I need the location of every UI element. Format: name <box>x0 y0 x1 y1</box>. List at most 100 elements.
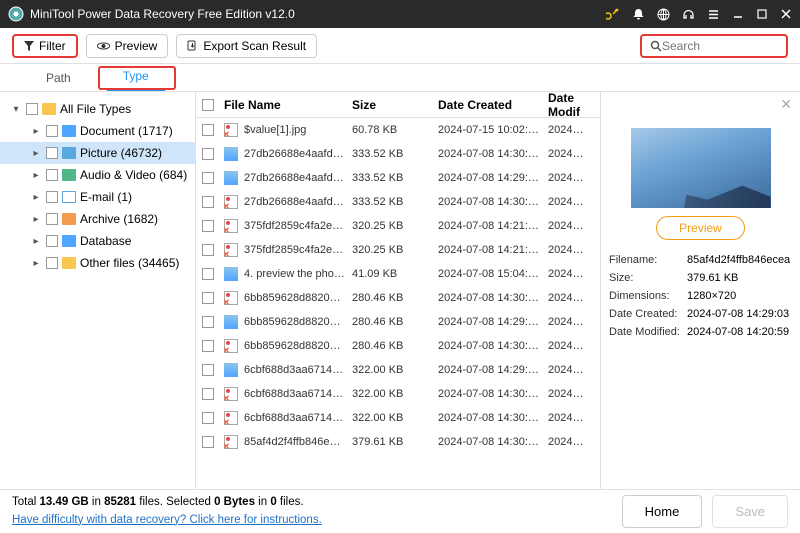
checkbox[interactable] <box>46 147 58 159</box>
file-list: File Name Size Date Created Date Modif $… <box>196 92 600 489</box>
file-name: 6bb859628d8820… <box>244 292 352 304</box>
headset-icon[interactable] <box>682 8 695 21</box>
filter-label: Filter <box>39 39 66 53</box>
row-checkbox[interactable] <box>202 220 214 232</box>
file-icon <box>224 291 238 305</box>
table-row[interactable]: 85af4d2f4ffb846e…379.61 KB2024-07-08 14:… <box>196 430 600 454</box>
table-row[interactable]: 27db26688e4aafd…333.52 KB2024-07-08 14:3… <box>196 190 600 214</box>
close-preview-icon[interactable]: ✕ <box>780 96 792 113</box>
filter-button[interactable]: Filter <box>12 34 78 58</box>
col-filename[interactable]: File Name <box>224 98 352 112</box>
help-link[interactable]: Have difficulty with data recovery? Clic… <box>12 514 322 526</box>
row-checkbox[interactable] <box>202 364 214 376</box>
meta-modified-key: Date Modified: <box>609 326 687 338</box>
row-checkbox[interactable] <box>202 388 214 400</box>
row-checkbox[interactable] <box>202 124 214 136</box>
tab-type[interactable]: Type <box>107 63 165 91</box>
chevron-right-icon[interactable]: ▸ <box>30 236 42 247</box>
open-preview-button[interactable]: Preview <box>656 216 745 240</box>
sidebar-item[interactable]: ▸Document (1717) <box>0 120 195 142</box>
row-checkbox[interactable] <box>202 268 214 280</box>
search-box[interactable] <box>640 34 788 58</box>
table-row[interactable]: 6bb859628d8820…280.46 KB2024-07-08 14:30… <box>196 286 600 310</box>
table-row[interactable]: 4. preview the pho…41.09 KB2024-07-08 15… <box>196 262 600 286</box>
row-checkbox[interactable] <box>202 148 214 160</box>
checkbox[interactable] <box>46 235 58 247</box>
tree-root-label: All File Types <box>60 102 131 116</box>
table-row[interactable]: 6cbf688d3aa6714…322.00 KB2024-07-08 14:2… <box>196 358 600 382</box>
row-checkbox[interactable] <box>202 244 214 256</box>
preview-button[interactable]: Preview <box>86 34 169 58</box>
chevron-right-icon[interactable]: ▸ <box>30 214 42 225</box>
col-size[interactable]: Size <box>352 98 438 112</box>
checkbox[interactable] <box>46 169 58 181</box>
row-checkbox[interactable] <box>202 436 214 448</box>
sidebar-item[interactable]: ▸Database <box>0 230 195 252</box>
folder-icon <box>62 235 76 247</box>
maximize-icon[interactable] <box>756 8 768 20</box>
tree-root[interactable]: ▾ All File Types <box>0 98 195 120</box>
search-icon <box>650 40 662 52</box>
checkbox[interactable] <box>26 103 38 115</box>
checkbox[interactable] <box>46 125 58 137</box>
file-size: 322.00 KB <box>352 388 438 400</box>
file-created: 2024-07-08 14:29:… <box>438 364 548 376</box>
file-size: 41.09 KB <box>352 268 438 280</box>
table-row[interactable]: 6cbf688d3aa6714…322.00 KB2024-07-08 14:3… <box>196 382 600 406</box>
table-row[interactable]: 375fdf2859c4fa2e…320.25 KB2024-07-08 14:… <box>196 214 600 238</box>
file-icon <box>224 435 238 449</box>
save-button[interactable]: Save <box>712 495 788 528</box>
col-date-modified[interactable]: Date Modif <box>548 92 596 119</box>
chevron-right-icon[interactable]: ▸ <box>30 258 42 269</box>
col-date-created[interactable]: Date Created <box>438 98 548 112</box>
table-row[interactable]: 6bb859628d8820…280.46 KB2024-07-08 14:30… <box>196 334 600 358</box>
file-modified: 2024… <box>548 244 596 256</box>
search-input[interactable] <box>662 39 778 53</box>
meta-modified-val: 2024-07-08 14:20:59 <box>687 326 792 338</box>
table-row[interactable]: $value[1].jpg60.78 KB2024-07-15 10:02:…2… <box>196 118 600 142</box>
total-info: Total 13.49 GB in 85281 files. Selected … <box>12 494 322 511</box>
chevron-right-icon[interactable]: ▸ <box>30 126 42 137</box>
sidebar-item[interactable]: ▸Archive (1682) <box>0 208 195 230</box>
bell-icon[interactable] <box>632 8 645 21</box>
select-all-checkbox[interactable] <box>202 99 214 111</box>
checkbox[interactable] <box>46 257 58 269</box>
file-icon <box>224 147 238 161</box>
minimize-icon[interactable] <box>732 8 744 20</box>
row-checkbox[interactable] <box>202 292 214 304</box>
home-button[interactable]: Home <box>622 495 703 528</box>
chevron-right-icon[interactable]: ▸ <box>30 148 42 159</box>
table-row[interactable]: 6cbf688d3aa6714…322.00 KB2024-07-08 14:3… <box>196 406 600 430</box>
chevron-right-icon[interactable]: ▸ <box>30 192 42 203</box>
meta-size-key: Size: <box>609 272 687 284</box>
table-row[interactable]: 27db26688e4aafd…333.52 KB2024-07-08 14:3… <box>196 142 600 166</box>
row-checkbox[interactable] <box>202 412 214 424</box>
file-name: 6cbf688d3aa6714… <box>244 364 352 376</box>
sidebar-item[interactable]: ▸E-mail (1) <box>0 186 195 208</box>
file-name: 27db26688e4aafd… <box>244 172 352 184</box>
close-icon[interactable] <box>780 8 792 20</box>
key-icon[interactable] <box>606 7 620 21</box>
file-created: 2024-07-08 14:30:… <box>438 436 548 448</box>
sidebar-item[interactable]: ▸Picture (46732) <box>0 142 195 164</box>
row-checkbox[interactable] <box>202 172 214 184</box>
menu-icon[interactable] <box>707 8 720 21</box>
tab-path[interactable]: Path <box>30 65 87 91</box>
file-list-body[interactable]: $value[1].jpg60.78 KB2024-07-15 10:02:…2… <box>196 118 600 489</box>
row-checkbox[interactable] <box>202 316 214 328</box>
chevron-down-icon[interactable]: ▾ <box>10 104 22 115</box>
view-tabs: Path Type <box>0 64 800 92</box>
globe-icon[interactable] <box>657 8 670 21</box>
table-row[interactable]: 6bb859628d8820…280.46 KB2024-07-08 14:29… <box>196 310 600 334</box>
checkbox[interactable] <box>46 191 58 203</box>
chevron-right-icon[interactable]: ▸ <box>30 170 42 181</box>
checkbox[interactable] <box>46 213 58 225</box>
row-checkbox[interactable] <box>202 196 214 208</box>
table-row[interactable]: 375fdf2859c4fa2e…320.25 KB2024-07-08 14:… <box>196 238 600 262</box>
sidebar-item[interactable]: ▸Other files (34465) <box>0 252 195 274</box>
export-button[interactable]: Export Scan Result <box>176 34 317 58</box>
file-modified: 2024… <box>548 172 596 184</box>
sidebar-item[interactable]: ▸Audio & Video (684) <box>0 164 195 186</box>
table-row[interactable]: 27db26688e4aafd…333.52 KB2024-07-08 14:2… <box>196 166 600 190</box>
row-checkbox[interactable] <box>202 340 214 352</box>
